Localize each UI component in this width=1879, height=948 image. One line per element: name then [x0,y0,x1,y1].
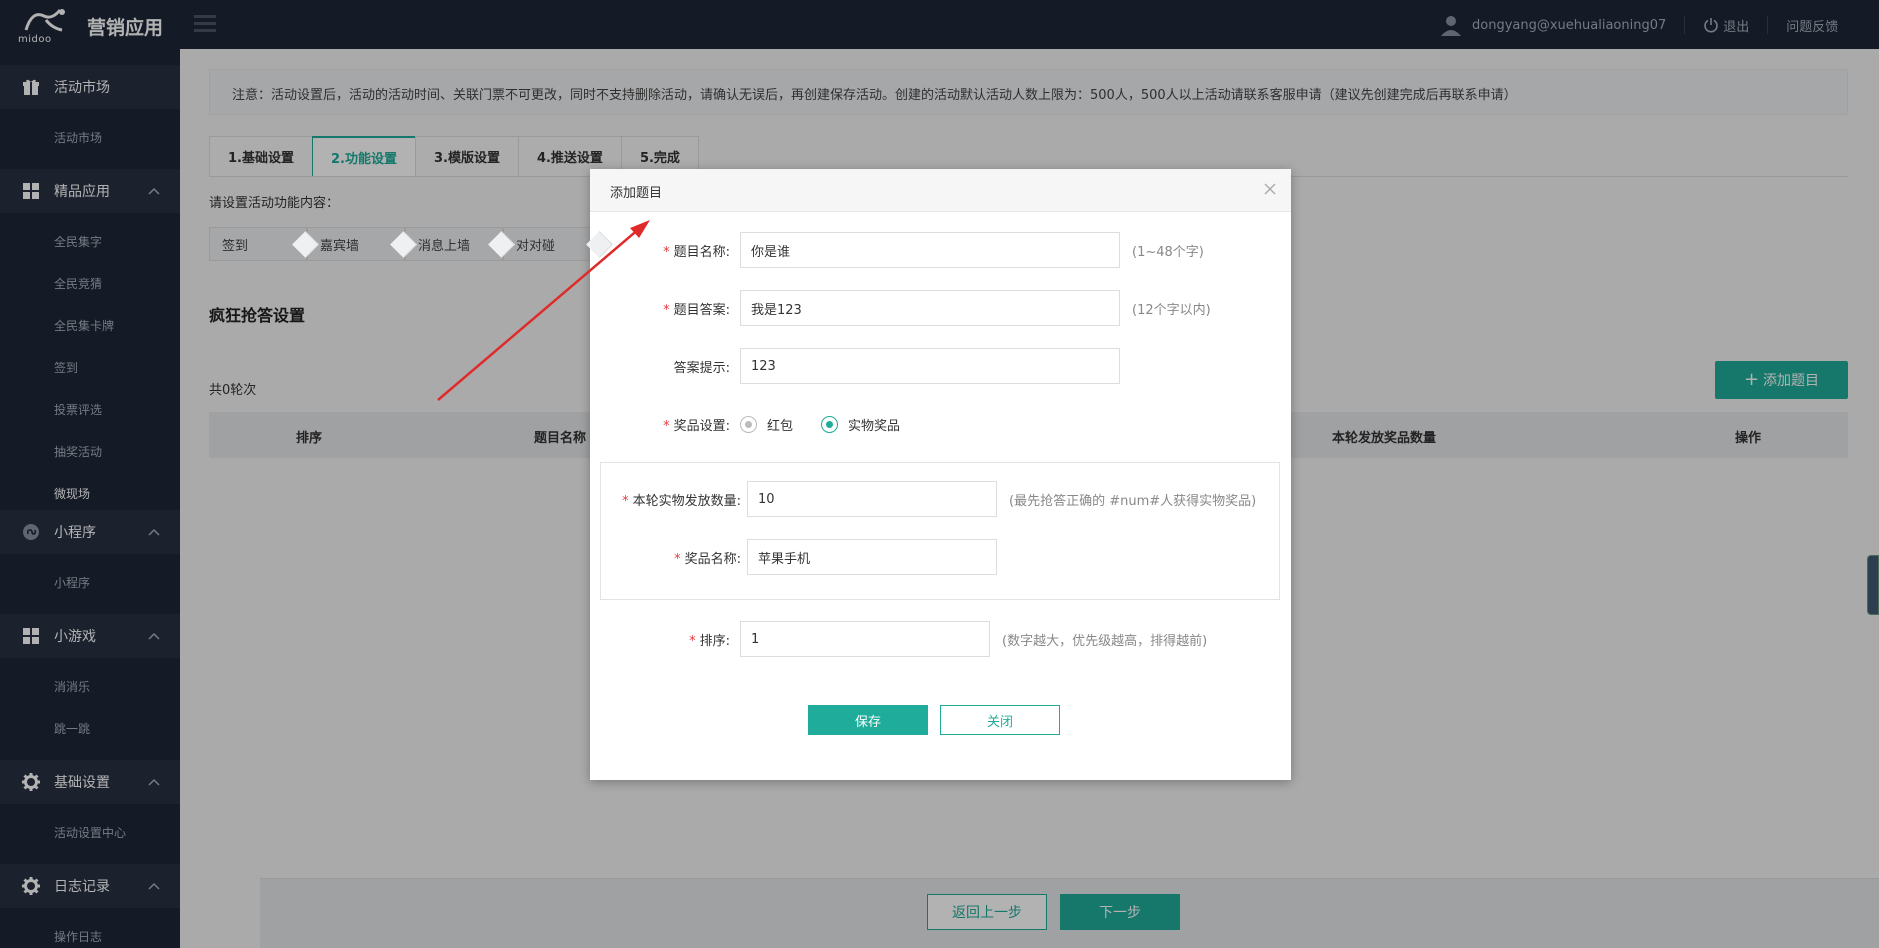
close-button[interactable]: 关闭 [940,705,1060,735]
side-handle[interactable] [1867,555,1879,615]
sort-label: * 排序: [689,633,730,649]
required-mark: * [663,418,670,434]
question-answer-label: * 题目答案: [663,302,730,318]
close-icon[interactable] [1263,182,1277,196]
radio-physical-prize-label[interactable]: 实物奖品 [848,415,900,434]
physical-prize-box: *本轮实物发放数量: (最先抢答正确的 #num#人获得实物奖品) *奖品名称: [600,462,1280,600]
required-mark: * [663,244,670,260]
required-mark: * [663,302,670,318]
prize-setting-label: * 奖品设置: [663,418,730,434]
radio-physical-prize[interactable] [821,415,839,433]
radio-red-packet[interactable] [740,415,757,433]
answer-hint-row: 答案提示: [590,348,1120,384]
question-answer-input[interactable] [740,290,1120,326]
question-answer-row: *题目答案: (12个字以内) [590,290,1211,326]
required-mark: * [622,493,629,509]
prize-name-input[interactable] [747,539,997,575]
dialog-title: 添加题目 [610,186,663,201]
save-button[interactable]: 保存 [808,705,928,735]
question-name-row: *题目名称: (1~48个字) [590,232,1204,268]
question-name-hint: (1~48个字) [1132,244,1204,260]
answer-hint-label: 答案提示: [673,360,730,376]
prize-quantity-input[interactable] [747,481,997,517]
question-name-input[interactable] [740,232,1120,268]
prize-name-row: * 奖品名称: [601,539,997,575]
required-mark: * [674,551,681,567]
sort-input[interactable] [740,621,990,657]
radio-red-packet-label[interactable]: 红包 [767,415,793,434]
answer-hint-input[interactable] [740,348,1120,384]
required-mark: * [689,633,696,649]
add-question-dialog: 添加题目 *题目名称: (1~48个字) *题目答案: (12个字以内) 答案提… [590,169,1291,780]
question-answer-hint: (12个字以内) [1132,302,1211,318]
prize-name-label: * 奖品名称: [674,551,741,567]
prize-quantity-row: *本轮实物发放数量: (最先抢答正确的 #num#人获得实物奖品) [601,481,1256,517]
dialog-header: 添加题目 [590,169,1291,212]
prize-setting-row: * 奖品设置: 红包 实物奖品 [590,406,928,442]
prize-quantity-label: * 本轮实物发放数量: [622,493,741,509]
sort-row: *排序: (数字越大，优先级越高，排得越前) [590,621,1207,657]
sort-hint: (数字越大，优先级越高，排得越前) [1002,633,1208,649]
prize-quantity-hint: (最先抢答正确的 #num#人获得实物奖品) [1009,493,1257,509]
